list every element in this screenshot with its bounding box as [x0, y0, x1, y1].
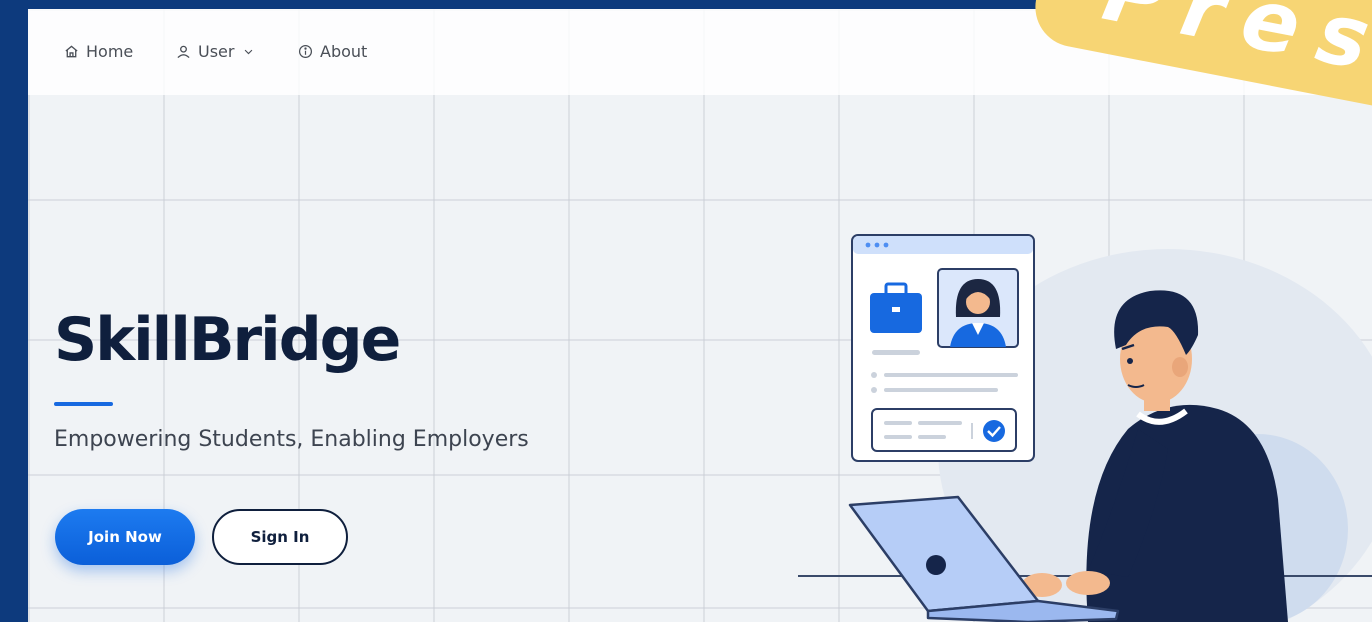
hero-illustration — [798, 234, 1372, 622]
nav-item-label: Home — [86, 41, 134, 61]
nav-item-home[interactable]: Home — [64, 39, 133, 63]
chevron-down-icon — [245, 49, 253, 54]
nav-item-label: User — [198, 41, 235, 61]
nav-item-user[interactable]: User — [176, 39, 254, 63]
sign-in-button[interactable]: Sign In — [212, 509, 348, 565]
nav-item-label: About — [320, 41, 368, 61]
hero-title: SkillBridge — [54, 305, 401, 375]
profile-card — [851, 234, 1035, 462]
nav-item-about[interactable]: About — [298, 39, 367, 63]
info-icon — [298, 44, 313, 58]
app-window: Home User About SkillBridge Empowering S… — [28, 9, 1372, 622]
hero-subtitle: Empowering Students, Enabling Employers — [54, 427, 529, 452]
user-icon — [177, 45, 190, 58]
join-now-button[interactable]: Join Now — [55, 509, 195, 565]
check-icon — [983, 420, 1005, 442]
title-underline — [54, 402, 113, 406]
home-icon — [65, 44, 78, 57]
